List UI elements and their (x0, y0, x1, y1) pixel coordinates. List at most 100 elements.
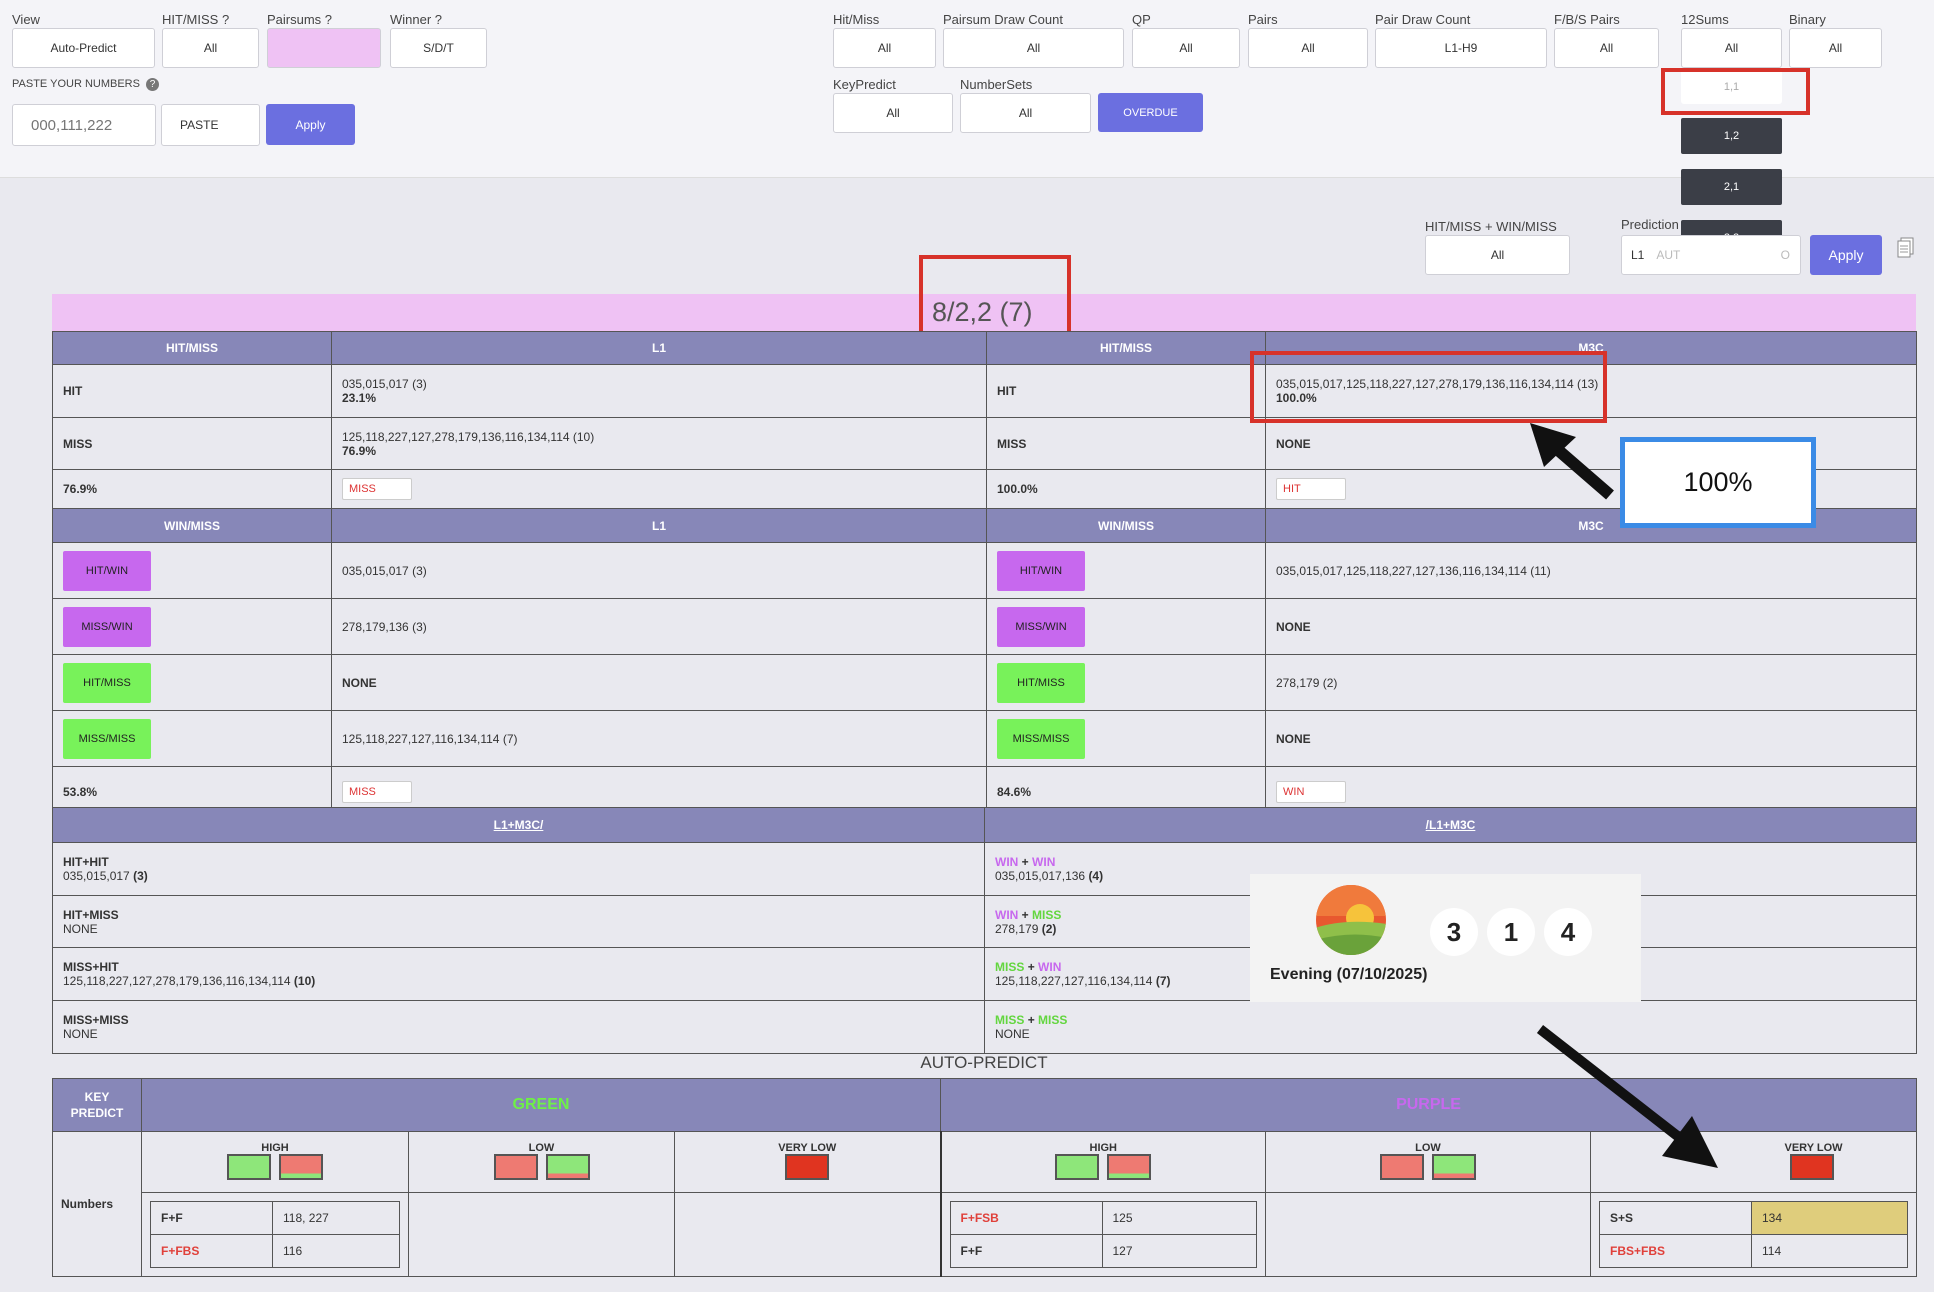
hm-l1-nums: 125,118,227,127,278,179,136,116,134,114 … (342, 429, 595, 444)
binary-select[interactable]: All (1789, 28, 1882, 68)
pair-key: F+F (150, 1201, 273, 1235)
combo-left-cell: HIT+MISS NONE (52, 895, 985, 948)
prediction-suffix: O (1780, 248, 1790, 262)
pairs-select[interactable]: All (1248, 28, 1368, 68)
winner-select[interactable]: S/D/T (390, 28, 487, 68)
sums12-select[interactable]: All (1681, 28, 1782, 68)
dropdown-option-2-1[interactable]: 2,1 (1681, 169, 1782, 205)
pair-draw-count-label: Pair Draw Count (1375, 12, 1471, 27)
hm-l1-pct: 23.1% (342, 391, 377, 405)
dropdown-option-1-2[interactable]: 1,2 (1681, 118, 1782, 154)
combo-count: (10) (293, 974, 316, 988)
green-swatch (227, 1153, 271, 1180)
hm-l1-label: HIT (52, 364, 332, 418)
paste-label: PASTE YOUR NUMBERS (12, 78, 140, 90)
overdue-button[interactable]: OVERDUE (1098, 93, 1203, 132)
result-ball-1: 3 (1430, 908, 1478, 956)
sums12-label: 12Sums (1681, 12, 1729, 27)
hm-wm-select[interactable]: All (1425, 235, 1570, 275)
apply-numbers-button[interactable]: Apply (266, 104, 355, 145)
draw-date: Evening (07/10/2025) (1270, 966, 1428, 983)
copy-icon[interactable] (1897, 237, 1914, 259)
wm-pill-cell: HIT/MISS (986, 654, 1266, 711)
combo-right-cell: MISS + MISS NONE (984, 1000, 1917, 1054)
wm-pill-cell: HIT/WIN (986, 542, 1266, 599)
arrow-down-right-icon (1536, 1025, 1718, 1168)
hit-miss-select[interactable]: All (833, 28, 936, 68)
list-item: F+FSB 125 (949, 1201, 1257, 1235)
green-header: GREEN (141, 1078, 941, 1132)
pair-value: 125 (1101, 1201, 1257, 1235)
list-item: F+F 127 (949, 1234, 1257, 1268)
pairsums-select[interactable] (267, 28, 381, 68)
col-label: LOW (528, 1141, 555, 1154)
apply-prediction-button[interactable]: Apply (1810, 235, 1882, 275)
pairsum-draw-count-select[interactable]: All (943, 28, 1124, 68)
list-item: S+S 134 (1599, 1201, 1909, 1235)
combo-title: MISS+HIT (63, 960, 119, 974)
table-row: HIT/MISS NONE HIT/MISS 278,179 (2) (52, 654, 1917, 711)
wm-summary-l-result: MISS (342, 780, 412, 803)
help-icon[interactable]: ? (146, 78, 160, 91)
table-row: HIT/WIN 035,015,017 (3) HIT/WIN 035,015,… (52, 542, 1917, 599)
green-high-numbers: F+F 118, 227 F+FBS 116 (141, 1192, 409, 1277)
wm-l1: 035,015,017 (3) (331, 542, 987, 599)
hit-miss-badge: HIT/MISS (63, 662, 151, 703)
hit-miss-label: Hit/Miss (833, 12, 880, 27)
prediction-placeholder: AUT (1656, 248, 1681, 262)
combo-left-cell: MISS+MISS NONE (52, 1000, 985, 1054)
wm-header-2: L1 (331, 508, 987, 543)
pair-draw-count-select[interactable]: L1-H9 (1375, 28, 1547, 68)
purple-low-numbers (1265, 1192, 1591, 1277)
wm-m3c: NONE (1265, 710, 1917, 767)
keypredict-select[interactable]: All (833, 93, 953, 133)
numbersets-select[interactable]: All (960, 93, 1091, 133)
binary-label: Binary (1789, 12, 1826, 27)
pair-value: 118, 227 (272, 1201, 400, 1235)
combo-nums: 035,015,017,136 (995, 869, 1086, 883)
combo-right-header[interactable]: /L1+M3C (984, 807, 1917, 843)
pair-key: FBS+FBS (1599, 1234, 1752, 1268)
highlight-m3c-hit (1250, 351, 1607, 423)
combo-nums: 125,118,227,127,278,179,136,116,134,114 (63, 974, 291, 988)
hm-summary-r-pct: 100.0% (986, 469, 1266, 509)
hm-summary-l-cell: MISS (331, 469, 987, 509)
view-label: View (12, 12, 40, 27)
filter-bar: View Auto-Predict HIT/MISS ? All Pairsum… (0, 0, 1934, 178)
wm-pill-cell: MISS/WIN (52, 598, 332, 655)
result-ball-2: 1 (1487, 908, 1535, 956)
combo-plus: + (1027, 960, 1035, 974)
miss-win-badge: MISS/WIN (63, 606, 151, 647)
pair-value: 114 (1750, 1234, 1909, 1268)
draw-result-popup: 3 1 4 Evening (07/10/2025) (1250, 874, 1641, 1002)
combo-nums: NONE (995, 1027, 1030, 1041)
combo-count: (3) (133, 869, 148, 883)
wm-l1: NONE (331, 654, 987, 711)
purple-header: PURPLE (939, 1078, 1918, 1132)
combo-title: HIT+MISS (63, 907, 119, 922)
prediction-input-group[interactable]: L1 AUT O (1621, 235, 1801, 275)
hitmiss-filter-label: HIT/MISS ? (162, 12, 230, 27)
paste-numbers-input[interactable] (12, 104, 156, 146)
winmiss-table: WIN/MISS L1 WIN/MISS M3C HIT/WIN 035,015… (52, 508, 1917, 817)
hm-l1-nums: 035,015,017 (3) (342, 377, 427, 391)
fbs-pairs-select[interactable]: All (1554, 28, 1659, 68)
combo-plus: + (1021, 855, 1029, 869)
combo-count: (7) (1155, 974, 1171, 988)
hitmiss-filter-select[interactable]: All (162, 28, 259, 68)
hm-l1-pct: 76.9% (342, 443, 377, 458)
green-swatch (545, 1153, 590, 1180)
dark-red-swatch (1789, 1153, 1834, 1180)
prediction-label: Prediction (1621, 217, 1679, 232)
green-high-cell: HIGH (141, 1131, 409, 1193)
pair-value: 134 (1750, 1201, 1909, 1235)
hm-r-label: HIT (986, 364, 1266, 418)
paste-label-wrap: PASTE YOUR NUMBERS ? (12, 78, 160, 91)
qp-select[interactable]: All (1132, 28, 1240, 68)
view-select[interactable]: Auto-Predict (12, 28, 155, 68)
table-row: MISS/WIN 278,179,136 (3) MISS/WIN NONE (52, 598, 1917, 655)
wm-pill-cell: HIT/WIN (52, 542, 332, 599)
green-swatch (1432, 1153, 1476, 1180)
paste-button[interactable]: PASTE (161, 104, 260, 146)
combo-left-header[interactable]: L1+M3C/ (52, 807, 985, 843)
